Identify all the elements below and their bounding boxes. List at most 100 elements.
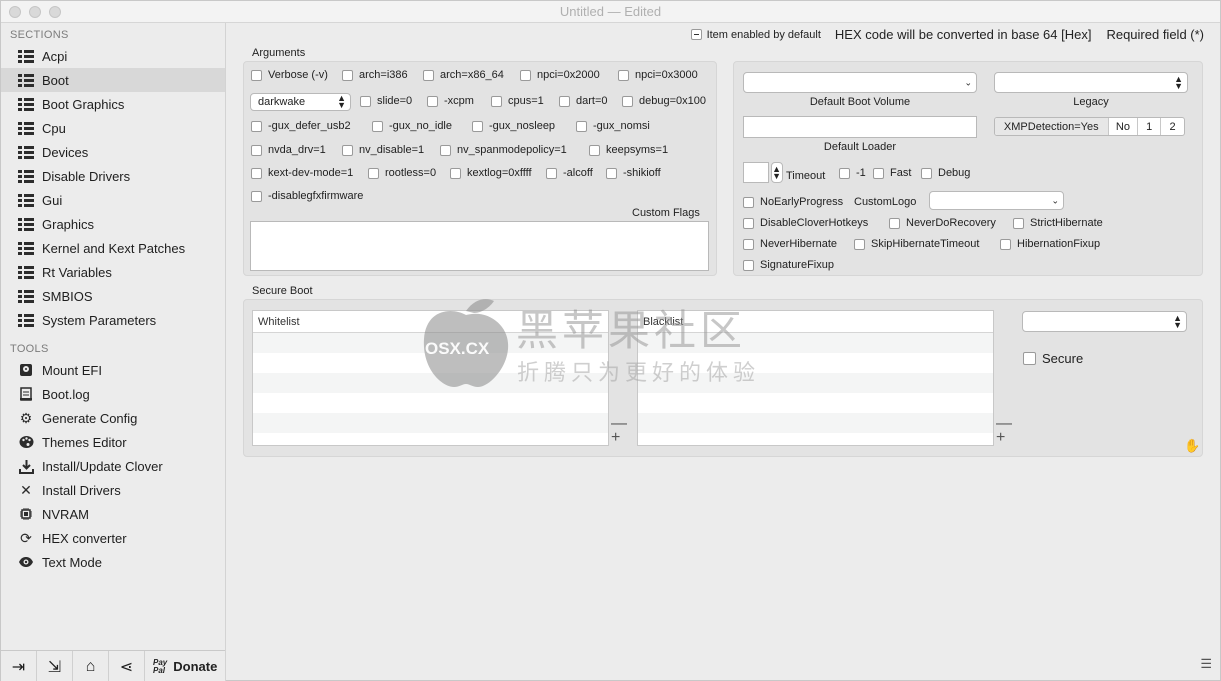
whitelist-add-button[interactable]: +: [611, 430, 620, 446]
list-icon: [17, 120, 35, 136]
list-icon: [17, 240, 35, 256]
sidebar-item-disable-drivers[interactable]: Disable Drivers: [1, 164, 225, 188]
donate-button[interactable]: Pay Pal Donate: [145, 658, 217, 675]
sidebar-item-acpi[interactable]: Acpi: [1, 44, 225, 68]
custom-logo-select[interactable]: ⌄: [929, 191, 1064, 210]
import-button[interactable]: ⇥: [1, 650, 37, 681]
menu-lines-icon[interactable]: ☰: [1200, 656, 1212, 672]
watermark-site: OSX.CX: [425, 339, 490, 358]
sidebar-item-gui[interactable]: Gui: [1, 188, 225, 212]
sidebar-item-system-parameters[interactable]: System Parameters: [1, 308, 225, 332]
fast-checkbox[interactable]: Fast: [873, 167, 911, 179]
tool-mount-efi[interactable]: Mount EFI: [1, 358, 225, 382]
npci-2000-checkbox[interactable]: npci=0x2000: [520, 69, 600, 81]
item-enabled-checkbox: [690, 29, 702, 40]
custom-flags-field[interactable]: [250, 221, 709, 271]
arch-i386-checkbox[interactable]: arch=i386: [342, 69, 408, 81]
tool-boot-log[interactable]: Boot.log: [1, 382, 225, 406]
tool-install-drivers[interactable]: ✕ Install Drivers: [1, 478, 225, 502]
nvda-drv-checkbox[interactable]: nvda_drv=1: [251, 144, 326, 156]
tool-text-mode[interactable]: Text Mode: [1, 550, 225, 574]
strict-hibernate-checkbox[interactable]: StrictHibernate: [1013, 217, 1103, 229]
download-icon: [17, 458, 35, 474]
blacklist-add-button[interactable]: +: [996, 430, 1005, 446]
tool-themes-editor[interactable]: Themes Editor: [1, 430, 225, 454]
never-hibernate-checkbox[interactable]: NeverHibernate: [743, 238, 837, 250]
sidebar-item-kernel-kext-patches[interactable]: Kernel and Kext Patches: [1, 236, 225, 260]
xmp-2-segment[interactable]: 2: [1161, 118, 1184, 135]
sidebar-item-cpu[interactable]: Cpu: [1, 116, 225, 140]
shikioff-checkbox[interactable]: -shikioff: [606, 167, 661, 179]
palette-icon: [17, 434, 35, 450]
debug-0x100-checkbox[interactable]: debug=0x100: [622, 95, 706, 107]
keepsyms-checkbox[interactable]: keepsyms=1: [589, 144, 668, 156]
disablegfxfirmware-checkbox[interactable]: -disablegfxfirmware: [251, 190, 363, 202]
xmp-no-segment[interactable]: No: [1109, 118, 1139, 135]
skip-hibernate-timeout-checkbox[interactable]: SkipHibernateTimeout: [854, 238, 979, 250]
legacy-label: Legacy: [1073, 96, 1109, 108]
sidebar-item-boot-graphics[interactable]: Boot Graphics: [1, 92, 225, 116]
timeout-stepper[interactable]: ▲ ▼: [771, 162, 783, 183]
home-button[interactable]: ⌂: [73, 650, 109, 681]
custom-flags-label: Custom Flags: [632, 207, 700, 219]
hibernation-fixup-checkbox[interactable]: HibernationFixup: [1000, 238, 1100, 250]
kext-dev-mode-checkbox[interactable]: kext-dev-mode=1: [251, 167, 353, 179]
log-icon: [17, 386, 35, 402]
stepper-arrows-icon: ▲ ▼: [772, 163, 781, 181]
sidebar-item-boot[interactable]: Boot: [1, 68, 225, 92]
export-button[interactable]: ⇲: [37, 650, 73, 681]
tool-install-update-clover[interactable]: Install/Update Clover: [1, 454, 225, 478]
dart-checkbox[interactable]: dart=0: [559, 95, 608, 107]
refresh-icon: ⟳: [20, 529, 32, 546]
cpus-checkbox[interactable]: cpus=1: [491, 95, 544, 107]
timeout-field[interactable]: [743, 162, 769, 183]
xcpm-checkbox[interactable]: -xcpm: [427, 95, 474, 107]
nv-disable-checkbox[interactable]: nv_disable=1: [342, 144, 424, 156]
gux-nosleep-checkbox[interactable]: -gux_nosleep: [472, 120, 555, 132]
xmp-detection-segmented[interactable]: XMPDetection=Yes No 1 2: [994, 117, 1185, 136]
app-window: Untitled — Edited SECTIONS Acpi Boot Boo…: [0, 0, 1221, 681]
gux-no-idle-checkbox[interactable]: -gux_no_idle: [372, 120, 452, 132]
default-boot-volume-select[interactable]: ⌄: [743, 72, 977, 93]
alcoff-checkbox[interactable]: -alcoff: [546, 167, 593, 179]
disable-clover-hotkeys-checkbox[interactable]: DisableCloverHotkeys: [743, 217, 868, 229]
tool-nvram[interactable]: NVRAM: [1, 502, 225, 526]
secure-checkbox[interactable]: Secure: [1023, 351, 1083, 366]
share-button[interactable]: ⋖: [109, 650, 145, 681]
verbose-checkbox[interactable]: Verbose (-v): [251, 69, 328, 81]
sections-heading: SECTIONS: [10, 29, 69, 41]
boot-options-box: ⌄ Default Boot Volume ▲ ▼ Legacy Default …: [733, 61, 1203, 276]
arch-x86-64-checkbox[interactable]: arch=x86_64: [423, 69, 504, 81]
slide-checkbox[interactable]: slide=0: [360, 95, 412, 107]
sidebar-item-rt-variables[interactable]: Rt Variables: [1, 260, 225, 284]
home-icon: ⌂: [85, 657, 96, 675]
sign-in-icon: ⇥: [11, 658, 26, 676]
sidebar-item-devices[interactable]: Devices: [1, 140, 225, 164]
secure-boot-policy-select[interactable]: ▲ ▼: [1022, 311, 1187, 332]
disk-icon: [17, 362, 35, 378]
signature-fixup-checkbox[interactable]: SignatureFixup: [743, 259, 834, 271]
tool-generate-config[interactable]: ⚙ Generate Config: [1, 406, 225, 430]
xmp-yes-segment[interactable]: XMPDetection=Yes: [995, 118, 1109, 135]
legacy-select[interactable]: ▲ ▼: [994, 72, 1188, 93]
timeout-label: Timeout: [786, 170, 826, 182]
timeout-minus-one-checkbox[interactable]: -1: [839, 167, 866, 179]
tool-hex-converter[interactable]: ⟳ HEX converter: [1, 526, 225, 550]
debug-checkbox[interactable]: Debug: [921, 167, 970, 179]
item-enabled-label: Item enabled by default: [706, 28, 821, 41]
nv-spanmodepolicy-checkbox[interactable]: nv_spanmodepolicy=1: [440, 144, 567, 156]
xmp-1-segment[interactable]: 1: [1138, 118, 1162, 135]
npci-3000-checkbox[interactable]: npci=0x3000: [618, 69, 698, 81]
default-loader-field[interactable]: [743, 116, 977, 138]
sidebar-item-graphics[interactable]: Graphics: [1, 212, 225, 236]
sidebar-item-smbios[interactable]: SMBIOS: [1, 284, 225, 308]
no-early-progress-checkbox[interactable]: NoEarlyProgress: [743, 196, 843, 208]
gux-nomsi-checkbox[interactable]: -gux_nomsi: [576, 120, 650, 132]
never-do-recovery-checkbox[interactable]: NeverDoRecovery: [889, 217, 996, 229]
darkwake-select[interactable]: darkwake ▲ ▼: [250, 93, 351, 111]
main-panel: Item enabled by default HEX code will be…: [226, 23, 1221, 681]
gux-defer-usb2-checkbox[interactable]: -gux_defer_usb2: [251, 120, 351, 132]
kextlog-checkbox[interactable]: kextlog=0xffff: [450, 167, 532, 179]
list-icon: [17, 48, 35, 64]
rootless-checkbox[interactable]: rootless=0: [368, 167, 436, 179]
